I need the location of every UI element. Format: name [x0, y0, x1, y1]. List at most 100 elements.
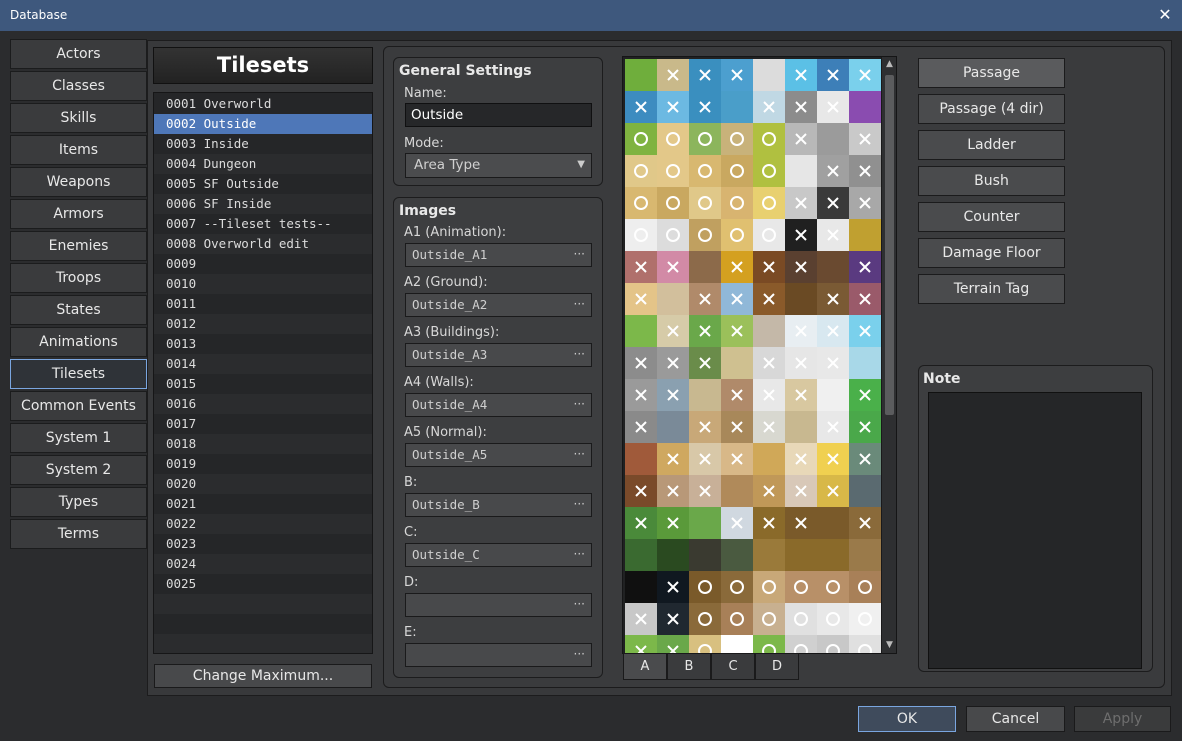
tileset-row[interactable]: 0013	[154, 334, 372, 354]
flag-damage-floor-button[interactable]: Damage Floor	[918, 238, 1065, 268]
image-picker[interactable]: Outside_B ···	[405, 493, 592, 517]
tile[interactable]	[817, 539, 849, 571]
image-picker[interactable]: ···	[405, 593, 592, 617]
category-troops[interactable]: Troops	[10, 263, 147, 293]
tileset-row[interactable]: 0009	[154, 254, 372, 274]
tile[interactable]	[721, 91, 753, 123]
close-icon[interactable]: ✕	[1156, 5, 1174, 25]
tile[interactable]	[689, 219, 721, 251]
tile[interactable]	[849, 91, 881, 123]
tile[interactable]	[625, 123, 657, 155]
tile[interactable]	[849, 571, 881, 603]
tile[interactable]	[657, 123, 689, 155]
tile[interactable]	[625, 571, 657, 603]
category-types[interactable]: Types	[10, 487, 147, 517]
category-system-1[interactable]: System 1	[10, 423, 147, 453]
apply-button[interactable]: Apply	[1074, 706, 1171, 732]
tile[interactable]	[753, 571, 785, 603]
tile[interactable]	[689, 155, 721, 187]
tile[interactable]	[753, 59, 785, 91]
tab-a[interactable]: A	[623, 653, 667, 680]
category-weapons[interactable]: Weapons	[10, 167, 147, 197]
tileset-row[interactable]: 0021	[154, 494, 372, 514]
tile[interactable]	[625, 539, 657, 571]
tile[interactable]	[625, 155, 657, 187]
tile[interactable]	[689, 539, 721, 571]
tileset-row[interactable]: 0016	[154, 394, 372, 414]
category-tilesets[interactable]: Tilesets	[10, 359, 147, 389]
category-states[interactable]: States	[10, 295, 147, 325]
category-actors[interactable]: Actors	[10, 39, 147, 69]
image-picker[interactable]: Outside_A1 ···	[405, 243, 592, 267]
cancel-button[interactable]: Cancel	[966, 706, 1065, 732]
flag-ladder-button[interactable]: Ladder	[918, 130, 1065, 160]
tile[interactable]	[753, 187, 785, 219]
flag-counter-button[interactable]: Counter	[918, 202, 1065, 232]
tile[interactable]	[785, 571, 817, 603]
tile[interactable]	[849, 219, 881, 251]
tileset-row[interactable]: 0019	[154, 454, 372, 474]
tile[interactable]	[753, 539, 785, 571]
tile[interactable]	[753, 443, 785, 475]
tileset-row[interactable]: 0022	[154, 514, 372, 534]
tile[interactable]	[721, 155, 753, 187]
flag-passage-button[interactable]: Passage	[918, 58, 1065, 88]
tile[interactable]	[849, 347, 881, 379]
name-input[interactable]: Outside	[405, 103, 592, 127]
category-animations[interactable]: Animations	[10, 327, 147, 357]
flag-terrain-tag-button[interactable]: Terrain Tag	[918, 274, 1065, 304]
tileset-row[interactable]: 0010	[154, 274, 372, 294]
tileset-row[interactable]: 0005 SF Outside	[154, 174, 372, 194]
tile[interactable]	[753, 315, 785, 347]
mode-dropdown[interactable]: Area Type ▼	[405, 153, 592, 178]
tile-palette[interactable]	[622, 56, 897, 654]
note-textarea[interactable]	[928, 392, 1142, 669]
tileset-row[interactable]: 0014	[154, 354, 372, 374]
scroll-thumb[interactable]	[885, 75, 894, 415]
tile[interactable]	[817, 379, 849, 411]
tile[interactable]	[657, 539, 689, 571]
image-picker[interactable]: Outside_A4 ···	[405, 393, 592, 417]
tileset-row[interactable]: 0001 Overworld	[154, 94, 372, 114]
tileset-row[interactable]: 0008 Overworld edit	[154, 234, 372, 254]
tile[interactable]	[721, 187, 753, 219]
category-items[interactable]: Items	[10, 135, 147, 165]
tile[interactable]	[689, 123, 721, 155]
flag-bush-button[interactable]: Bush	[918, 166, 1065, 196]
tileset-row[interactable]: 0002 Outside	[154, 114, 372, 134]
category-classes[interactable]: Classes	[10, 71, 147, 101]
tileset-row[interactable]: 0020	[154, 474, 372, 494]
tile[interactable]	[625, 59, 657, 91]
tileset-row[interactable]: 0023	[154, 534, 372, 554]
tile[interactable]	[657, 219, 689, 251]
tile[interactable]	[721, 603, 753, 635]
tile[interactable]	[689, 603, 721, 635]
tile[interactable]	[817, 251, 849, 283]
tile[interactable]	[625, 187, 657, 219]
tile[interactable]	[625, 443, 657, 475]
tile[interactable]	[625, 315, 657, 347]
tile[interactable]	[753, 219, 785, 251]
tab-d[interactable]: D	[755, 653, 799, 680]
tile[interactable]	[657, 187, 689, 219]
tile[interactable]	[721, 539, 753, 571]
tile[interactable]	[849, 603, 881, 635]
tile[interactable]	[689, 571, 721, 603]
tile[interactable]	[721, 347, 753, 379]
tile[interactable]	[753, 155, 785, 187]
flag-passage-4-dir-button[interactable]: Passage (4 dir)	[918, 94, 1065, 124]
tileset-row[interactable]: 0015	[154, 374, 372, 394]
tileset-row[interactable]: 0017	[154, 414, 372, 434]
tab-c[interactable]: C	[711, 653, 755, 680]
scroll-down-icon[interactable]: ▼	[882, 638, 897, 653]
tile[interactable]	[753, 603, 785, 635]
tile[interactable]	[817, 571, 849, 603]
category-common-events[interactable]: Common Events	[10, 391, 147, 421]
change-maximum-button[interactable]: Change Maximum...	[154, 664, 372, 688]
tile[interactable]	[785, 155, 817, 187]
tileset-row[interactable]: 0024	[154, 554, 372, 574]
category-armors[interactable]: Armors	[10, 199, 147, 229]
tile[interactable]	[785, 411, 817, 443]
tile[interactable]	[625, 219, 657, 251]
tile[interactable]	[657, 411, 689, 443]
